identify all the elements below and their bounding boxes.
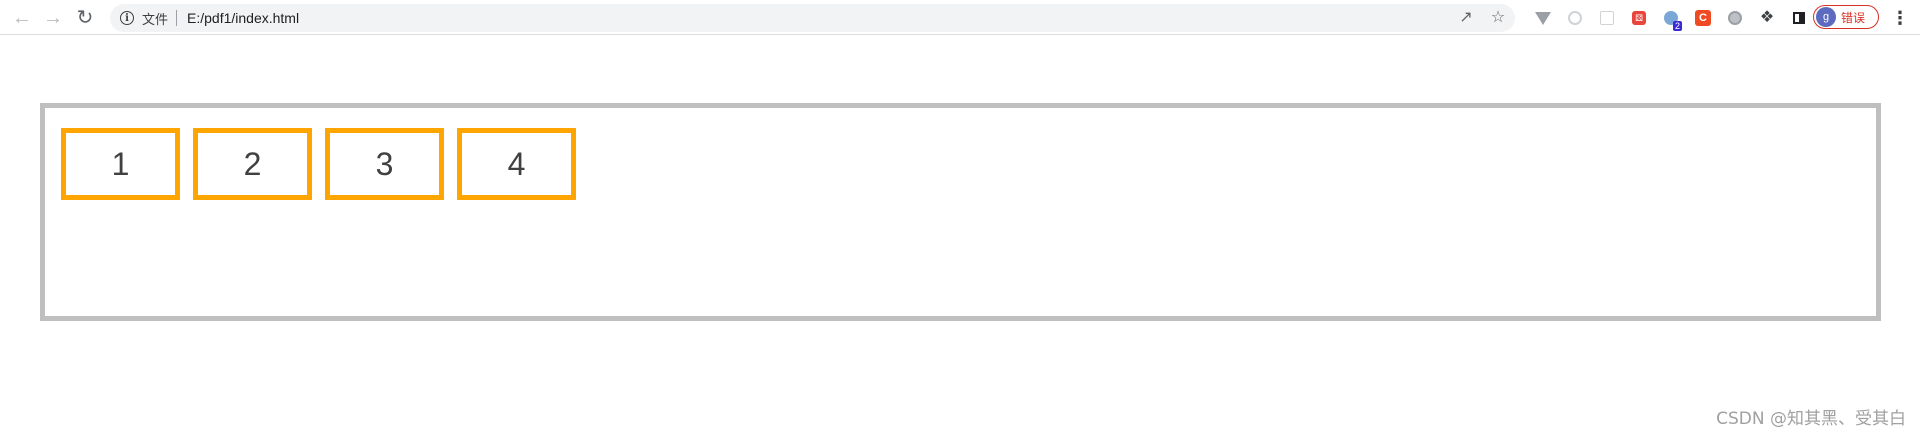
site-label: 文件 — [142, 12, 169, 28]
star-icon[interactable]: ☆ — [1489, 10, 1507, 26]
box-item: 2 — [193, 128, 312, 200]
extension-circle-icon[interactable] — [1559, 5, 1591, 31]
share-icon[interactable]: ↗ — [1457, 10, 1475, 26]
address-bar[interactable]: i 文件 E:/pdf1/index.html ↗ ☆ — [110, 4, 1515, 32]
back-arrow-icon[interactable]: ← — [9, 5, 35, 31]
extension-c-icon[interactable]: C — [1687, 5, 1719, 31]
profile-button[interactable]: g 错误 — [1813, 5, 1879, 29]
extension-dice-icon[interactable]: ⚄ — [1623, 5, 1655, 31]
browser-toolbar: ← → ↻ i 文件 E:/pdf1/index.html ↗ ☆ ⚄ 2 C … — [0, 0, 1920, 35]
box-item: 3 — [325, 128, 444, 200]
extension-globe-icon[interactable]: 2 — [1655, 5, 1687, 31]
forward-arrow-icon[interactable]: → — [40, 5, 66, 31]
extensions-area: ⚄ 2 C ❖ — [1527, 5, 1815, 31]
extension-badge: 2 — [1672, 21, 1682, 31]
puzzle-icon[interactable]: ❖ — [1751, 5, 1783, 31]
kebab-menu-icon[interactable]: ⋮ — [1889, 5, 1911, 31]
omnibox-divider — [176, 10, 178, 26]
extension-gray-icon[interactable] — [1719, 5, 1751, 31]
extension-vue-icon[interactable] — [1527, 5, 1559, 31]
side-panel-icon[interactable] — [1783, 5, 1815, 31]
watermark: CSDN @知其黑、受其白 — [1716, 409, 1906, 429]
reload-icon[interactable]: ↻ — [72, 5, 98, 31]
box-item: 4 — [457, 128, 576, 200]
url-text[interactable]: E:/pdf1/index.html — [187, 10, 299, 26]
info-icon[interactable]: i — [120, 11, 134, 25]
avatar: g — [1816, 7, 1836, 27]
extension-square-icon[interactable] — [1591, 5, 1623, 31]
flex-container: 1 2 3 4 — [40, 103, 1881, 321]
profile-error-label: 错误 — [1841, 10, 1866, 25]
box-item: 1 — [61, 128, 180, 200]
